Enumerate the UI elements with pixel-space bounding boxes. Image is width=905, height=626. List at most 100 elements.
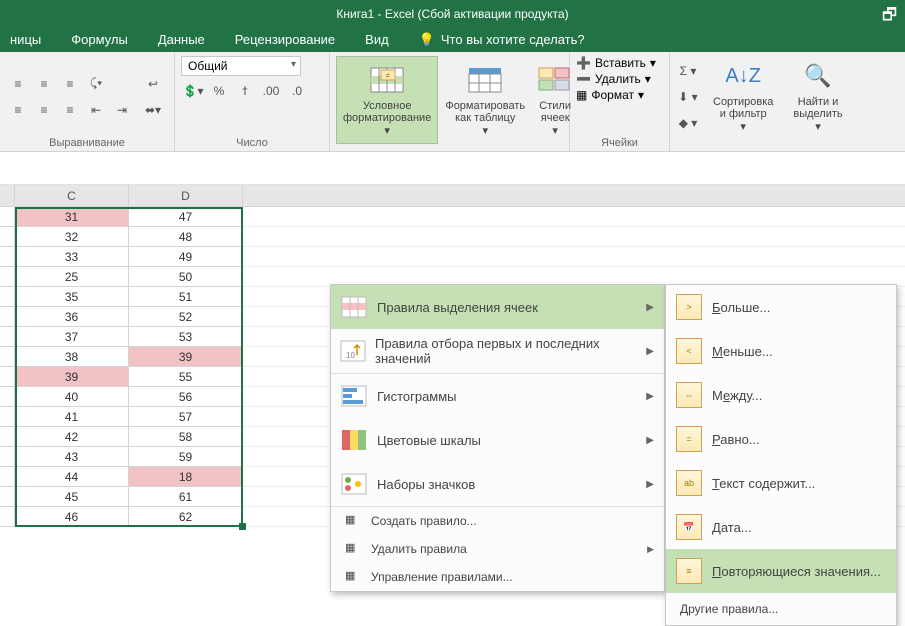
cell[interactable]: 58 [129,427,243,447]
merge-cells-icon[interactable]: ⬌▾ [138,99,168,121]
cf-label: Условное форматирование [343,100,431,124]
menu-new-rule[interactable]: ▦ Создать правило... [331,507,664,535]
tab-review[interactable]: Рецензирование [235,32,335,47]
cell[interactable]: 44 [15,467,129,487]
fill-icon[interactable]: ⬇ ▾ [676,86,700,108]
align-middle-icon[interactable]: ≡ [32,73,56,95]
cell[interactable]: 50 [129,267,243,287]
find-select-button[interactable]: 🔍 Найти и выделить ▾ [786,58,849,136]
cell[interactable]: 62 [129,507,243,527]
menu-label: Наборы значков [377,477,475,492]
wrap-text-icon[interactable]: ↩ [138,73,168,95]
sort-filter-button[interactable]: A↓Z Сортировка и фильтр ▾ [706,58,780,136]
menu-text-contains[interactable]: ab Текст содержит... [666,461,896,505]
cell[interactable]: 42 [15,427,129,447]
delete-cells-button[interactable]: ➖Удалить ▾ [576,72,651,86]
ribbon: ≡ ≡ ≡ ⤹▾ ≡ ≡ ≡ ⇤ ⇥ ↩ ⬌▾ Выравнивание [0,52,905,152]
menu-more-rules[interactable]: Другие правила... [666,593,896,625]
cell[interactable]: 25 [15,267,129,287]
col-header-d[interactable]: D [129,185,243,206]
menu-between[interactable]: ⇔ Между... [666,373,896,417]
menu-label: Правила отбора первых и последних значен… [375,336,636,366]
indent-dec-icon[interactable]: ⇤ [84,99,108,121]
cell[interactable]: 46 [15,507,129,527]
align-left-icon[interactable]: ≡ [6,99,30,121]
cell[interactable]: 38 [15,347,129,367]
cell[interactable]: 49 [129,247,243,267]
cell[interactable]: 56 [129,387,243,407]
cell[interactable]: 43 [15,447,129,467]
cell[interactable]: 35 [15,287,129,307]
align-right-icon[interactable]: ≡ [58,99,82,121]
menu-equal[interactable]: = Равно... [666,417,896,461]
table-row[interactable]: 3248 [0,227,905,247]
menu-duplicate-values[interactable]: ≡ Повторяющиеся значения... [666,549,896,593]
format-icon: ▦ [576,88,587,102]
format-as-table-button[interactable]: Форматировать как таблицу ▾ [438,56,532,144]
cell[interactable]: 31 [15,207,129,227]
percent-icon[interactable]: % [207,80,231,102]
cell[interactable]: 48 [129,227,243,247]
menu-label: Гистограммы [377,389,457,404]
align-center-icon[interactable]: ≡ [32,99,56,121]
align-top-icon[interactable]: ≡ [6,73,30,95]
menu-data-bars[interactable]: Гистограммы ▶ [331,374,664,418]
indent-inc-icon[interactable]: ⇥ [110,99,134,121]
currency-icon[interactable]: 💲▾ [181,80,205,102]
menu-label: Дата... [712,520,752,535]
menu-color-scales[interactable]: Цветовые шкалы ▶ [331,418,664,462]
dec-inc-icon[interactable]: .00 [259,80,283,102]
menu-greater-than[interactable]: > Больше... [666,285,896,329]
menu-less-than[interactable]: < Меньше... [666,329,896,373]
cell[interactable]: 40 [15,387,129,407]
menu-label: Создать правило... [371,514,477,528]
cell[interactable]: 36 [15,307,129,327]
cell[interactable]: 57 [129,407,243,427]
cell[interactable]: 37 [15,327,129,347]
autosum-icon[interactable]: Σ ▾ [676,60,700,82]
table-row[interactable]: 3147 [0,207,905,227]
cell[interactable]: 51 [129,287,243,307]
col-header-c[interactable]: C [15,185,129,206]
dec-dec-icon[interactable]: .0 [285,80,309,102]
menu-date-occurring[interactable]: 📅 Дата... [666,505,896,549]
window-restore-icon[interactable]: 🗗 [882,4,897,31]
cell[interactable]: 52 [129,307,243,327]
menu-highlight-cells-rules[interactable]: Правила выделения ячеек ▶ [331,285,664,329]
cell[interactable]: 59 [129,447,243,467]
icon-sets-icon [341,471,367,497]
comma-icon[interactable]: ϯ [233,80,257,102]
cell[interactable]: 47 [129,207,243,227]
tell-me[interactable]: 💡 Что вы хотите сделать? [419,32,585,48]
clear-icon[interactable]: ◆ ▾ [676,112,700,134]
menu-top-bottom-rules[interactable]: 10 Правила отбора первых и последних зна… [331,329,664,373]
orientation-icon[interactable]: ⤹▾ [84,73,108,95]
table-row[interactable]: 3349 [0,247,905,267]
cell[interactable]: 33 [15,247,129,267]
menu-manage-rules[interactable]: ▦ Управление правилами... [331,563,664,591]
greater-icon: > [676,294,702,320]
format-cells-button[interactable]: ▦Формат ▾ [576,88,644,102]
cell[interactable]: 41 [15,407,129,427]
align-bottom-icon[interactable]: ≡ [58,73,82,95]
cell[interactable]: 61 [129,487,243,507]
cell[interactable]: 39 [129,347,243,367]
cell[interactable]: 55 [129,367,243,387]
cell[interactable]: 18 [129,467,243,487]
cell[interactable]: 53 [129,327,243,347]
tab-data[interactable]: Данные [158,32,205,47]
chevron-right-icon: ▶ [646,346,654,357]
menu-clear-rules[interactable]: ▦ Удалить правила ▶ [331,535,664,563]
cell[interactable]: 32 [15,227,129,247]
tab-formulas[interactable]: Формулы [71,32,128,47]
number-format-select[interactable]: Общий [181,56,301,76]
tab-fragment[interactable]: ницы [10,32,41,47]
worksheet[interactable]: C D 314732483349255035513652375338393955… [0,152,905,572]
cell[interactable]: 45 [15,487,129,507]
group-number-label: Число [181,137,323,151]
cell[interactable]: 39 [15,367,129,387]
menu-icon-sets[interactable]: Наборы значков ▶ [331,462,664,506]
conditional-formatting-button[interactable]: ≠ Условное форматирование ▾ [336,56,438,144]
tab-view[interactable]: Вид [365,32,389,47]
insert-cells-button[interactable]: ➕Вставить ▾ [576,56,656,70]
